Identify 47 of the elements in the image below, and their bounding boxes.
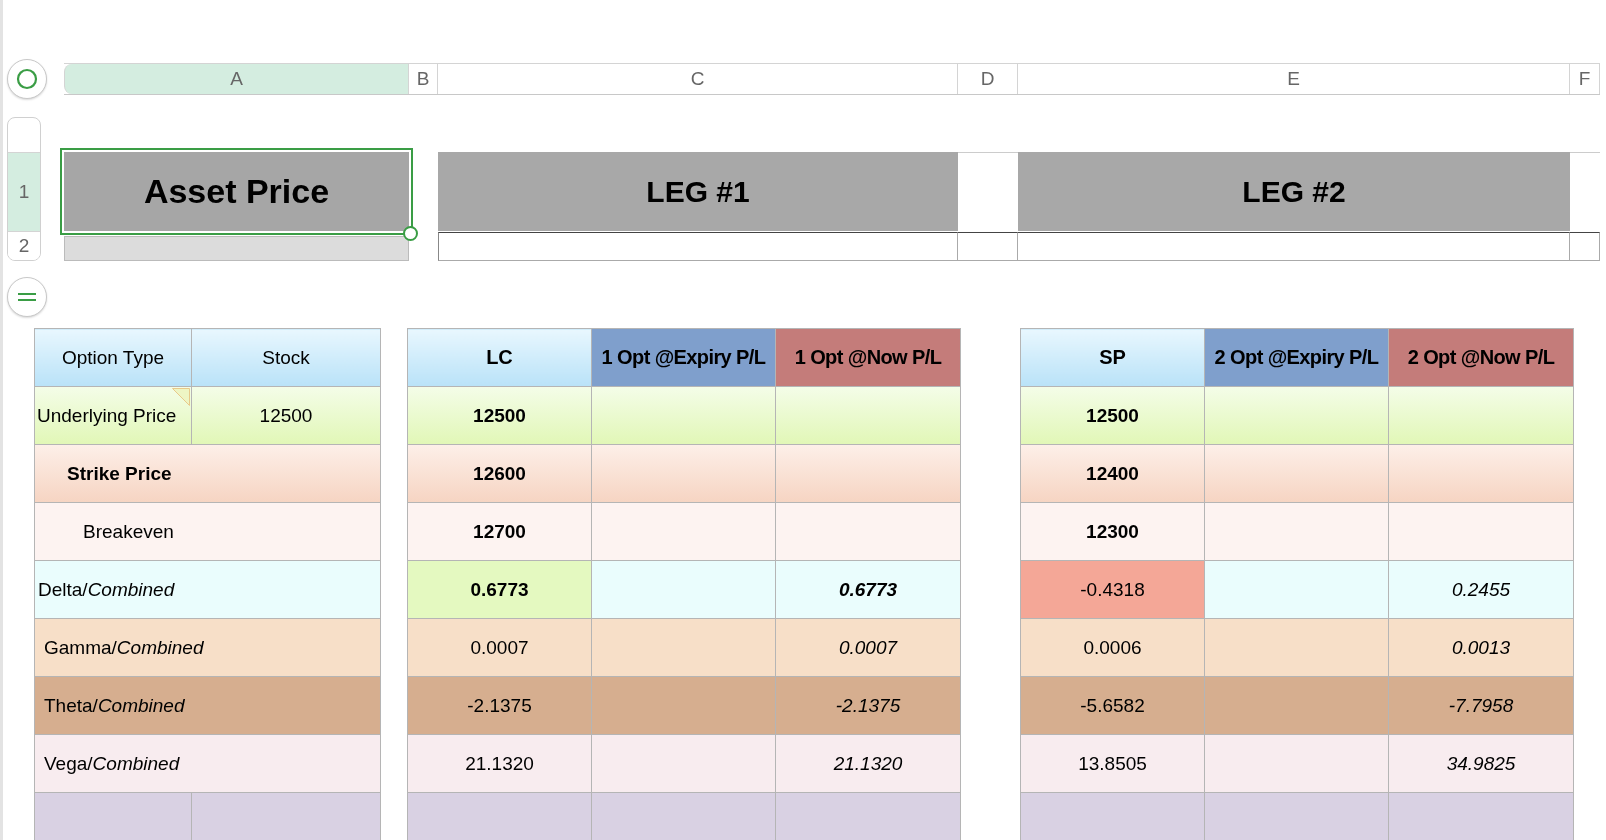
table-cell: 0.6773 (775, 560, 961, 619)
row-header[interactable]: 2 (8, 231, 40, 260)
table-options-button[interactable] (7, 277, 47, 317)
column-header: 1 Opt @Expiry P/L (591, 328, 776, 387)
column-header: 2 Opt @Expiry P/L (1204, 328, 1389, 387)
table-cell: 34.9825 (1388, 734, 1574, 793)
circle-icon (16, 68, 38, 90)
table-cell: -2.1375 (775, 676, 961, 735)
table-cell: 12500 (1020, 386, 1205, 445)
equals-icon (17, 292, 37, 302)
table-cell: 12300 (1020, 502, 1205, 561)
table-cell: 0.2455 (1388, 560, 1574, 619)
row-header[interactable]: 1 (8, 152, 40, 231)
table-cell: 12600 (407, 444, 592, 503)
select-all-button[interactable] (7, 59, 47, 99)
table-cell: -0.4318 (1020, 560, 1205, 619)
table-cell: Gamma/Combined (34, 618, 381, 677)
table-cell: Vega/Combined (34, 734, 381, 793)
table-cell: Breakeven (34, 502, 381, 561)
table-cell: 0.0013 (1388, 618, 1574, 677)
column-header[interactable]: A (64, 64, 409, 94)
table-cell: Delta/Combined (34, 560, 381, 619)
table-cell: Theta/Combined (34, 676, 381, 735)
column-header: 1 Opt @Now P/L (775, 328, 961, 387)
table-cell: 12700 (407, 502, 592, 561)
table-cell: 21.1320 (775, 734, 961, 793)
table-cell: 12500 (191, 386, 381, 445)
table-cell: -2.1375 (407, 676, 592, 735)
table-cell: 12500 (407, 386, 592, 445)
table-cell: 0.6773 (407, 560, 592, 619)
table-cell: LEG #2 (1018, 152, 1570, 231)
table-cell: -7.7958 (1388, 676, 1574, 735)
table-cell: 0.0007 (775, 618, 961, 677)
table-cell: 0.0007 (407, 618, 592, 677)
table-cell: Strike Price (34, 444, 381, 503)
column-header: SP (1020, 328, 1205, 387)
table-cell: 21.1320 (407, 734, 592, 793)
table-cell: LEG #1 (438, 152, 958, 231)
column-header: Stock (191, 328, 381, 387)
column-header: Option Type (34, 328, 192, 387)
table-cell: 12400 (1020, 444, 1205, 503)
table-cell: 0.0006 (1020, 618, 1205, 677)
column-header: 2 Opt @Now P/L (1388, 328, 1574, 387)
column-header: LC (407, 328, 592, 387)
table-cell: -5.6582 (1020, 676, 1205, 735)
table-cell: Underlying Price (34, 386, 192, 445)
table-cell: 13.8505 (1020, 734, 1205, 793)
